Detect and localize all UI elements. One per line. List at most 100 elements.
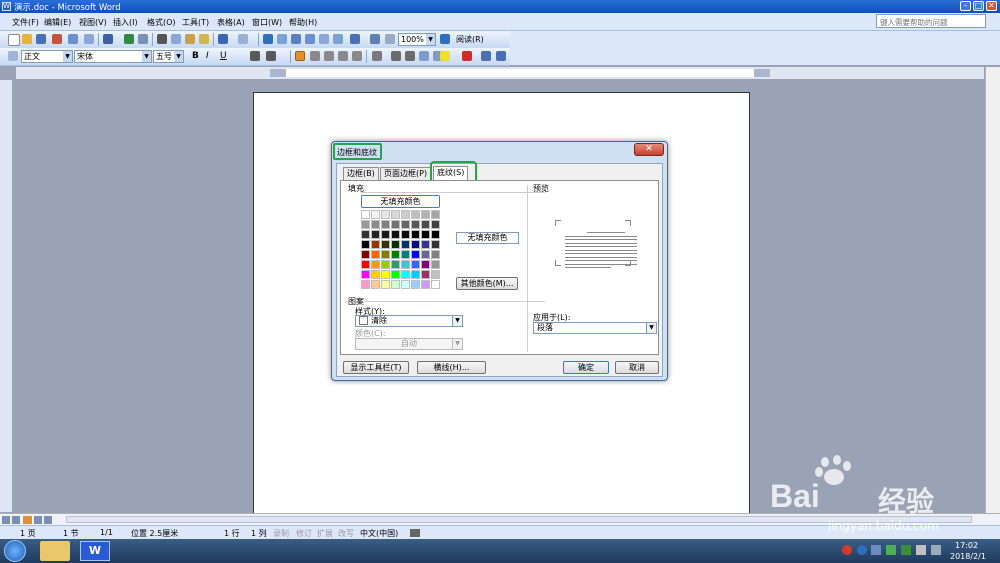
vertical-ruler[interactable] [0,80,12,512]
color-swatch[interactable] [371,230,380,239]
document-map-icon[interactable] [350,34,360,44]
menu-insert[interactable]: 插入(I) [113,17,138,28]
menu-view[interactable]: 视图(V) [79,17,107,28]
color-swatch[interactable] [411,270,420,279]
drawing-icon[interactable] [333,34,343,44]
color-swatch[interactable] [381,270,390,279]
tab-page-border[interactable]: 页面边框(P) [380,167,432,180]
apply-to-select[interactable]: 段落 ▼ [533,322,657,334]
research-icon[interactable] [103,34,113,44]
color-swatch[interactable] [401,230,410,239]
tray-help-icon[interactable] [857,545,867,555]
color-swatch[interactable] [431,210,440,219]
color-swatch[interactable] [391,240,400,249]
decrease-indent-icon[interactable] [419,51,429,61]
columns-icon[interactable] [319,34,329,44]
color-swatch[interactable] [391,230,400,239]
color-swatch[interactable] [431,260,440,269]
color-swatch[interactable] [421,210,430,219]
redo-icon[interactable] [238,34,248,44]
copy-icon[interactable] [171,34,181,44]
color-swatch[interactable] [421,240,430,249]
tray-network-icon[interactable] [886,545,896,555]
status-extend[interactable]: 扩展 [317,528,333,539]
style-combo[interactable]: 正文 ▼ [21,50,73,63]
help-icon[interactable] [440,34,450,44]
color-swatch[interactable] [381,250,390,259]
line-spacing-icon[interactable] [372,51,382,61]
undo-icon[interactable] [218,34,228,44]
bullets-icon[interactable] [405,51,415,61]
color-swatch[interactable] [371,270,380,279]
color-swatch[interactable] [411,250,420,259]
color-swatch[interactable] [381,240,390,249]
phonetic-guide-icon[interactable] [481,51,491,61]
show-toolbar-button[interactable]: 显示工具栏(T) [343,361,409,374]
spelling-icon[interactable] [124,34,134,44]
color-swatch[interactable] [371,250,380,259]
font-color-icon[interactable] [462,51,472,61]
color-swatch[interactable] [381,230,390,239]
menu-table[interactable]: 表格(A) [217,17,245,28]
minimize-button[interactable]: – [960,1,971,11]
tray-expand-icon[interactable] [871,545,881,555]
color-swatch[interactable] [361,240,370,249]
menu-help[interactable]: 帮助(H) [289,17,317,28]
color-swatch[interactable] [401,210,410,219]
help-search-input[interactable]: 键入需要帮助的问题 [876,14,986,28]
zoom-combo[interactable]: 100% ▼ [398,33,436,46]
color-swatch[interactable] [401,250,410,259]
show-formatting-icon[interactable] [385,34,395,44]
color-swatch[interactable] [411,240,420,249]
color-swatch[interactable] [371,260,380,269]
color-swatch[interactable] [391,270,400,279]
show-hide-icon[interactable] [370,34,380,44]
color-swatch[interactable] [411,260,420,269]
color-swatch[interactable] [361,260,370,269]
color-swatch[interactable] [431,230,440,239]
no-fill-button[interactable]: 无填充颜色 [361,195,440,208]
menu-file[interactable]: 文件(F) [12,17,39,28]
color-swatch[interactable] [411,230,420,239]
cut-icon[interactable] [157,34,167,44]
pattern-color-select[interactable]: 自动 ▼ [355,338,463,350]
color-swatch[interactable] [381,280,390,289]
print-preview-icon[interactable] [84,34,94,44]
char-border-icon[interactable] [266,51,276,61]
permission-icon[interactable] [52,34,62,44]
insert-table-icon[interactable] [291,34,301,44]
close-icon[interactable]: ✕ [634,143,664,156]
normal-view-icon[interactable] [2,516,10,524]
color-swatch[interactable] [431,220,440,229]
status-revision[interactable]: 修订 [296,528,312,539]
menu-tools[interactable]: 工具(T) [182,17,209,28]
color-swatch[interactable] [361,280,370,289]
styles-pane-icon[interactable] [8,51,18,61]
color-swatch[interactable] [391,280,400,289]
highlight-icon[interactable] [440,51,450,61]
align-right-icon[interactable] [324,51,334,61]
color-swatch[interactable] [361,250,370,259]
color-swatch[interactable] [371,210,380,219]
color-swatch[interactable] [411,210,420,219]
shield-icon[interactable] [901,545,911,555]
color-swatch[interactable] [411,220,420,229]
color-swatch[interactable] [401,270,410,279]
close-window-button[interactable]: ✕ [986,1,997,11]
font-size-combo[interactable]: 五号 ▼ [153,50,184,63]
color-swatch[interactable] [421,230,430,239]
menu-edit[interactable]: 编辑(E) [44,17,71,28]
new-icon[interactable] [8,34,20,46]
volume-icon[interactable] [916,545,926,555]
start-button[interactable] [4,540,26,562]
tables-borders-icon[interactable] [277,34,287,44]
italic-button[interactable]: I [206,51,209,61]
color-swatch[interactable] [431,240,440,249]
open-icon[interactable] [22,34,32,44]
color-swatch[interactable] [361,220,370,229]
color-swatch[interactable] [381,220,390,229]
color-swatch[interactable] [401,220,410,229]
pattern-style-select[interactable]: 清除 ▼ [355,315,463,327]
color-swatch[interactable] [401,240,410,249]
justify-icon[interactable] [338,51,348,61]
